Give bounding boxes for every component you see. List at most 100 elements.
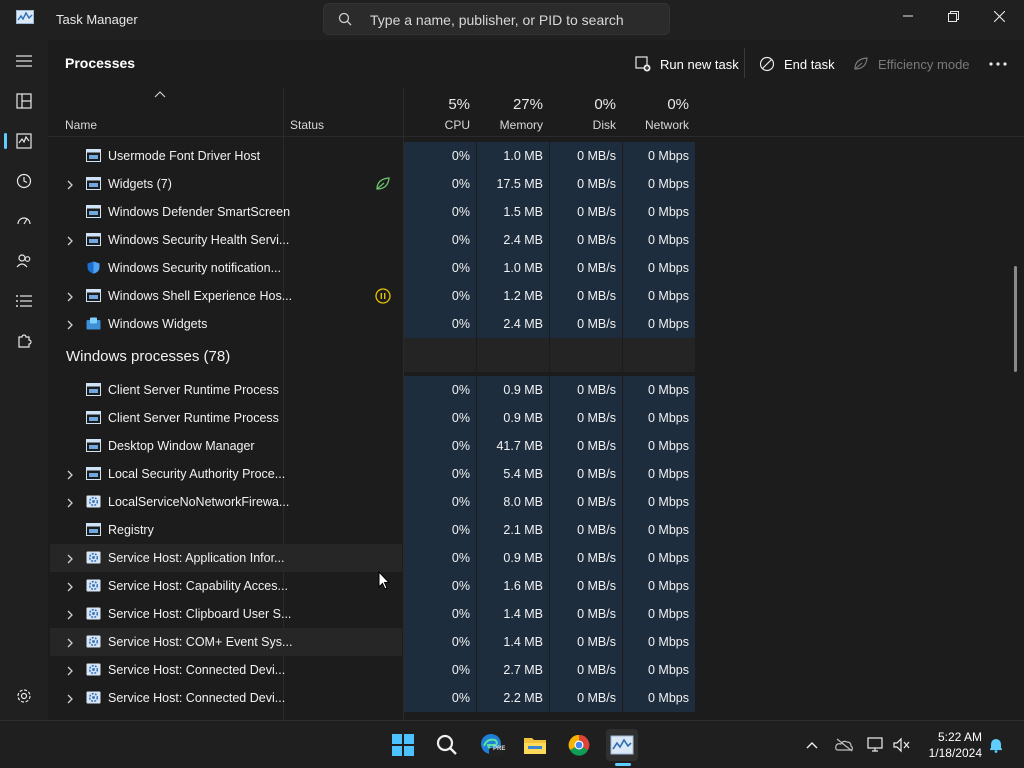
- show-hidden-icons-button[interactable]: [802, 735, 822, 755]
- hamburger-icon: [16, 55, 32, 67]
- memory-value: 1.2 MB: [477, 282, 549, 310]
- start-button[interactable]: [387, 729, 419, 761]
- process-row[interactable]: Service Host: Capability Acces... 0% 1.6 M…: [48, 572, 1024, 600]
- expand-chevron-icon[interactable]: [64, 290, 76, 302]
- expand-chevron-icon[interactable]: [64, 234, 76, 246]
- memory-value: 5.4 MB: [477, 460, 549, 488]
- expand-chevron-icon[interactable]: [64, 580, 76, 592]
- search-input[interactable]: [370, 10, 660, 30]
- edge-preview-button[interactable]: PRE: [475, 729, 507, 761]
- vertical-scrollbar[interactable]: [1014, 266, 1017, 372]
- memory-value: 41.7 MB: [477, 432, 549, 460]
- column-network[interactable]: 0% Network: [623, 87, 695, 137]
- run-new-task-button[interactable]: Run new task: [635, 52, 739, 76]
- gear-icon: [86, 607, 101, 620]
- process-row[interactable]: Local Security Authority Proce... 0% 5.4 M…: [48, 460, 1024, 488]
- disk-value: 0 MB/s: [550, 600, 622, 628]
- column-cpu[interactable]: 5% CPU: [404, 87, 476, 137]
- minimize-button[interactable]: [885, 0, 931, 32]
- network-button[interactable]: [866, 735, 886, 755]
- process-row[interactable]: Client Server Runtime Process 0% 0.9 MB 0 M…: [48, 404, 1024, 432]
- nav-users[interactable]: [8, 245, 40, 277]
- chrome-icon: [568, 734, 590, 756]
- clock-time: 5:22 AM: [937, 730, 982, 744]
- process-row[interactable]: Usermode Font Driver Host 0% 1.0 MB 0 MB/s 0…: [48, 142, 1024, 170]
- file-explorer-button[interactable]: [519, 729, 551, 761]
- column-memory[interactable]: 27% Memory: [477, 87, 549, 137]
- close-icon: [993, 10, 1005, 22]
- nav-details[interactable]: [8, 285, 40, 317]
- disk-value: 0 MB/s: [550, 684, 622, 712]
- clock[interactable]: 5:22 AM 1/18/2024: [918, 729, 982, 761]
- nav-startup-apps[interactable]: [8, 205, 40, 237]
- expand-chevron-icon[interactable]: [64, 496, 76, 508]
- nav-processes[interactable]: [8, 85, 40, 117]
- memory-value: 1.5 MB: [477, 198, 549, 226]
- cpu-value: 0%: [404, 628, 476, 656]
- disk-value: 0 MB/s: [550, 432, 622, 460]
- expand-chevron-icon[interactable]: [64, 468, 76, 480]
- process-row[interactable]: Registry 0% 2.1 MB 0 MB/s 0 Mbps: [48, 516, 1024, 544]
- startup-gauge-icon: [17, 217, 31, 225]
- process-name: Windows Security notification...: [108, 261, 281, 275]
- process-row[interactable]: Service Host: Clipboard User S... 0% 1.4 M…: [48, 600, 1024, 628]
- nav-services[interactable]: [8, 325, 40, 357]
- efficiency-mode-button[interactable]: Efficiency mode: [853, 52, 970, 76]
- restore-button[interactable]: [930, 0, 976, 32]
- performance-icon: [16, 133, 32, 149]
- process-row[interactable]: Windows Security Health Servi... 0% 2.4 MB…: [48, 226, 1024, 254]
- column-status[interactable]: Status: [290, 118, 324, 132]
- column-name[interactable]: Name: [65, 118, 97, 132]
- expand-chevron-icon[interactable]: [64, 552, 76, 564]
- process-row[interactable]: Client Server Runtime Process 0% 0.9 MB 0 M…: [48, 376, 1024, 404]
- memory-value: 8.0 MB: [477, 488, 549, 516]
- sort-ascending-icon: [154, 91, 166, 98]
- end-task-button[interactable]: End task: [759, 52, 835, 76]
- close-button[interactable]: [976, 0, 1022, 32]
- expand-chevron-icon[interactable]: [64, 318, 76, 330]
- task-manager-taskbar-button[interactable]: [606, 729, 638, 761]
- process-name: Windows Defender SmartScreen: [108, 205, 291, 219]
- memory-value: 0.9 MB: [477, 376, 549, 404]
- nav-settings[interactable]: [8, 680, 40, 712]
- details-list-icon: [16, 295, 32, 307]
- process-row[interactable]: Service Host: Connected Devi... 0% 2.2 MB 0…: [48, 684, 1024, 712]
- onedrive-offline-icon: [835, 738, 853, 752]
- onedrive-button[interactable]: [834, 735, 854, 755]
- more-options-button[interactable]: [982, 54, 1014, 74]
- disk-value: 0 MB/s: [550, 226, 622, 254]
- window-icon: [86, 439, 101, 452]
- process-row[interactable]: Service Host: Application Infor... 0% 0.9 …: [48, 544, 1024, 572]
- expand-chevron-icon[interactable]: [64, 608, 76, 620]
- expand-chevron-icon[interactable]: [64, 664, 76, 676]
- hamburger-menu-button[interactable]: [8, 45, 40, 77]
- widgets-icon: [86, 317, 101, 330]
- process-row[interactable]: Service Host: Connected Devi... 0% 2.7 MB 0…: [48, 656, 1024, 684]
- process-row[interactable]: Windows Security notification... 0% 1.0 MB…: [48, 254, 1024, 282]
- notifications-button[interactable]: [986, 735, 1006, 755]
- taskbar-search-button[interactable]: [431, 729, 463, 761]
- network-value: 0 Mbps: [623, 516, 695, 544]
- process-row[interactable]: Widgets (7) 0% 17.5 MB 0 MB/s 0 Mbps: [48, 170, 1024, 198]
- chrome-button[interactable]: [563, 729, 595, 761]
- expand-chevron-icon[interactable]: [64, 692, 76, 704]
- network-value: 0 Mbps: [623, 544, 695, 572]
- column-disk[interactable]: 0% Disk: [550, 87, 622, 137]
- process-row[interactable]: Desktop Window Manager 0% 41.7 MB 0 MB/s 0 M…: [48, 432, 1024, 460]
- process-row[interactable]: Windows Shell Experience Hos... 0% 1.2 MB 0…: [48, 282, 1024, 310]
- process-row[interactable]: LocalServiceNoNetworkFirewa... 0% 8.0 MB 0 …: [48, 488, 1024, 516]
- group-header-windows-processes: Windows processes (78): [48, 338, 1024, 376]
- process-row[interactable]: Windows Defender SmartScreen 0% 1.5 MB 0 MB…: [48, 198, 1024, 226]
- expand-chevron-icon[interactable]: [64, 636, 76, 648]
- nav-performance[interactable]: [8, 125, 40, 157]
- process-row[interactable]: Windows Widgets 0% 2.4 MB 0 MB/s 0 Mbps: [48, 310, 1024, 338]
- expand-chevron-icon[interactable]: [64, 178, 76, 190]
- network-value: 0 Mbps: [623, 488, 695, 516]
- process-row[interactable]: Service Host: COM+ Event Sys... 0% 1.4 MB 0…: [48, 628, 1024, 656]
- window-title: Task Manager: [56, 12, 138, 27]
- edge-icon: [481, 734, 503, 756]
- volume-button[interactable]: [892, 735, 912, 755]
- search-box[interactable]: [323, 3, 670, 35]
- nav-app-history[interactable]: [8, 165, 40, 197]
- cpu-total: 5%: [448, 96, 470, 113]
